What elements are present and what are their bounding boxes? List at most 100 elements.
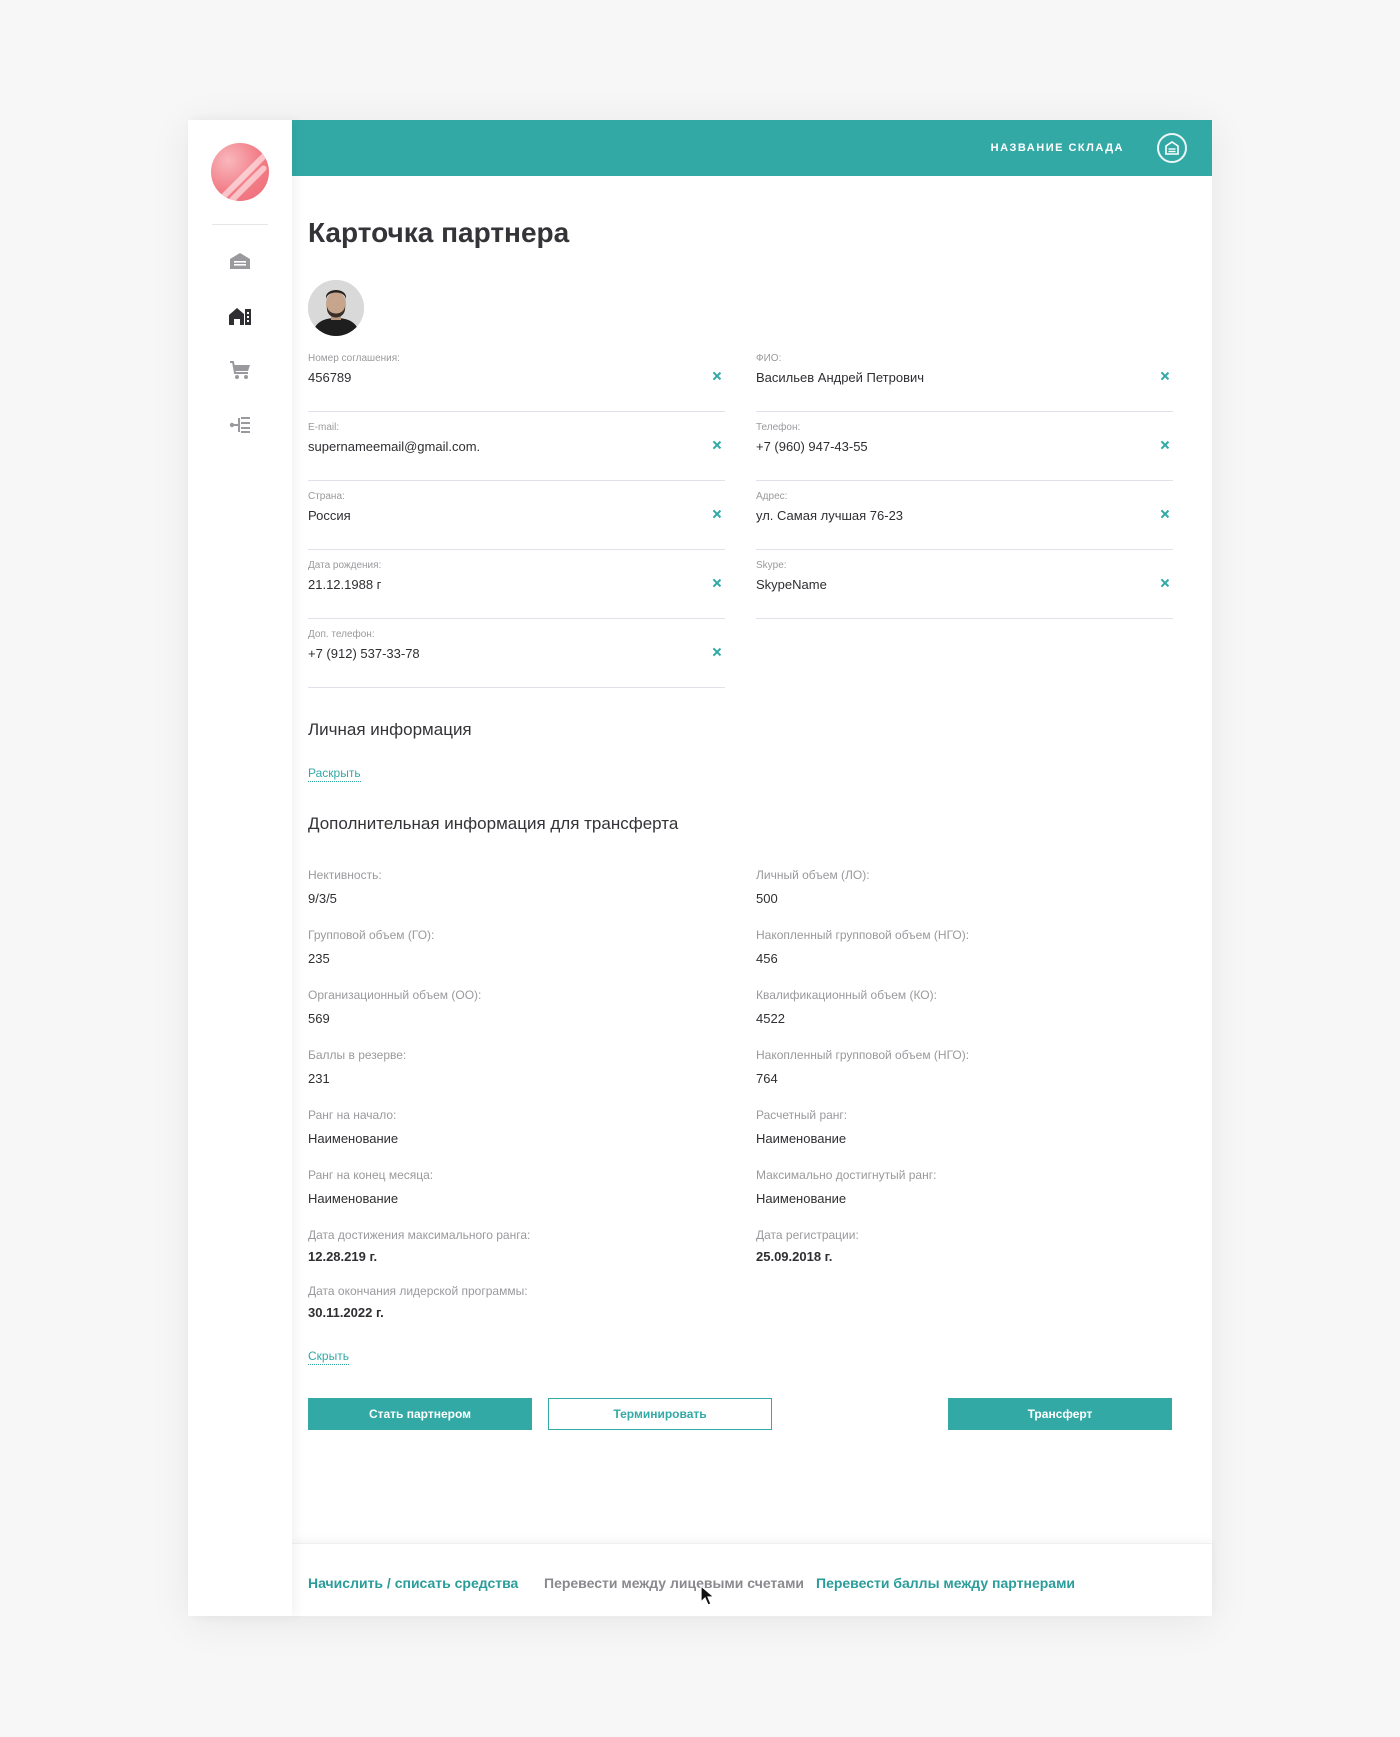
personal-info-title: Личная информация bbox=[308, 720, 472, 739]
info-value: Наименование bbox=[756, 1191, 847, 1206]
country-value[interactable]: Россия bbox=[308, 508, 351, 523]
info-value: 4522 bbox=[756, 1011, 785, 1026]
info-value: 231 bbox=[308, 1071, 330, 1086]
agreement-number-field[interactable]: Номер соглашения: 456789 bbox=[308, 353, 725, 412]
clear-icon[interactable] bbox=[711, 370, 723, 382]
expand-link[interactable]: Раскрыть bbox=[308, 766, 361, 782]
info-label: Дата регистрации: bbox=[756, 1228, 859, 1242]
info-value: 456 bbox=[756, 951, 778, 966]
info-item: Групповой объем (ГО): 235 bbox=[308, 928, 708, 966]
sidebar bbox=[188, 120, 292, 1616]
birthdate-field[interactable]: Дата рождения: 21.12.1988 г bbox=[308, 560, 725, 619]
info-label: Квалификационный объем (КО): bbox=[756, 988, 937, 1002]
info-item: Организационный объем (ОО): 569 bbox=[308, 988, 708, 1026]
info-value: 12.28.219 г. bbox=[308, 1249, 378, 1264]
info-value: 30.11.2022 г. bbox=[308, 1305, 384, 1320]
info-label: Расчетный ранг: bbox=[756, 1108, 848, 1122]
transfer-info-title: Дополнительная информация для трансферта bbox=[308, 814, 679, 833]
collapse-link[interactable]: Скрыть bbox=[308, 1349, 349, 1365]
fio-label: ФИО: bbox=[756, 353, 782, 364]
sidebar-divider bbox=[212, 224, 268, 225]
skype-value[interactable]: SkypeName bbox=[756, 577, 827, 592]
clear-icon[interactable] bbox=[711, 646, 723, 658]
transfer-button[interactable]: Трансферт bbox=[948, 1398, 1172, 1430]
warehouse-icon bbox=[229, 252, 251, 270]
info-label: Ранг на начало: bbox=[308, 1108, 397, 1122]
info-label: Личный объем (ЛО): bbox=[756, 868, 870, 882]
address-field[interactable]: Адрес: ул. Самая лучшая 76-23 bbox=[756, 491, 1173, 550]
info-value: Наименование bbox=[756, 1131, 847, 1146]
clear-icon[interactable] bbox=[1159, 370, 1171, 382]
logo[interactable] bbox=[211, 143, 269, 201]
info-value: 235 bbox=[308, 951, 330, 966]
info-label: Дата окончания лидерской программы: bbox=[308, 1284, 528, 1298]
info-label: Организационный объем (ОО): bbox=[308, 988, 482, 1002]
clear-icon[interactable] bbox=[1159, 577, 1171, 589]
warehouse-name[interactable]: НАЗВАНИЕ СКЛАДА bbox=[991, 142, 1124, 154]
info-label: Групповой объем (ГО): bbox=[308, 928, 435, 942]
clear-icon[interactable] bbox=[1159, 439, 1171, 451]
tree-icon bbox=[229, 416, 251, 434]
info-item: Накопленный групповой объем (НГО): 764 bbox=[756, 1048, 1156, 1086]
avatar[interactable] bbox=[308, 280, 364, 336]
cart-icon bbox=[229, 360, 251, 380]
info-item: Дата достижения максимального ранга: 12.… bbox=[308, 1228, 708, 1264]
fio-field[interactable]: ФИО: Васильев Андрей Петрович bbox=[756, 353, 1173, 412]
info-label: Ранг на конец месяца: bbox=[308, 1168, 434, 1182]
country-label: Страна: bbox=[308, 491, 345, 502]
transfer-points-link[interactable]: Перевести баллы между партнерами bbox=[816, 1575, 1075, 1591]
sidebar-item-tree[interactable] bbox=[226, 411, 254, 439]
info-item: Ранг на начало: Наименование bbox=[308, 1108, 708, 1146]
info-label: Дата достижения максимального ранга: bbox=[308, 1228, 531, 1242]
phone-label: Телефон: bbox=[756, 422, 801, 433]
info-value: Наименование bbox=[308, 1131, 399, 1146]
info-item: Расчетный ранг: Наименование bbox=[756, 1108, 1156, 1146]
info-value: 25.09.2018 г. bbox=[756, 1249, 833, 1264]
store-icon bbox=[228, 306, 252, 326]
fio-value[interactable]: Васильев Андрей Петрович bbox=[756, 370, 924, 385]
accrue-writeoff-link[interactable]: Начислить / списать средства bbox=[308, 1575, 518, 1591]
warehouse-icon[interactable] bbox=[1157, 133, 1187, 163]
clear-icon[interactable] bbox=[711, 439, 723, 451]
transfer-between-accounts-link[interactable]: Перевести между лицевыми счетами bbox=[544, 1575, 804, 1591]
agreement-number-label: Номер соглашения: bbox=[308, 353, 400, 364]
info-item: Дата регистрации: 25.09.2018 г. bbox=[756, 1228, 1156, 1264]
become-partner-button[interactable]: Стать партнером bbox=[308, 1398, 532, 1430]
app-window: НАЗВАНИЕ СКЛАДА Карточка партнера Номер … bbox=[188, 120, 1212, 1616]
email-field[interactable]: E-mail: supernameemail@gmail.com. bbox=[308, 422, 725, 481]
email-value[interactable]: supernameemail@gmail.com. bbox=[308, 439, 480, 454]
page-title: Карточка партнера bbox=[308, 217, 570, 248]
info-item: Максимально достигнутый ранг: Наименован… bbox=[756, 1168, 1156, 1206]
sidebar-item-store[interactable] bbox=[226, 302, 254, 330]
info-item: Ранг на конец месяца: Наименование bbox=[308, 1168, 708, 1206]
country-field[interactable]: Страна: Россия bbox=[308, 491, 725, 550]
mouse-cursor-icon bbox=[700, 1584, 718, 1612]
extra-phone-field[interactable]: Доп. телефон: +7 (912) 537-33-78 bbox=[308, 629, 725, 688]
sidebar-item-warehouse[interactable] bbox=[226, 247, 254, 275]
address-label: Адрес: bbox=[756, 491, 788, 502]
phone-value[interactable]: +7 (960) 947-43-55 bbox=[756, 439, 868, 454]
clear-icon[interactable] bbox=[711, 577, 723, 589]
info-label: Накопленный групповой объем (НГО): bbox=[756, 1048, 970, 1062]
skype-field[interactable]: Skype: SkypeName bbox=[756, 560, 1173, 619]
clear-icon[interactable] bbox=[711, 508, 723, 520]
info-item: Личный объем (ЛО): 500 bbox=[756, 868, 1156, 906]
info-value: 500 bbox=[756, 891, 778, 906]
address-value[interactable]: ул. Самая лучшая 76-23 bbox=[756, 508, 903, 523]
sidebar-item-cart[interactable] bbox=[226, 356, 254, 384]
clear-icon[interactable] bbox=[1159, 508, 1171, 520]
info-item: Дата окончания лидерской программы: 30.1… bbox=[308, 1284, 708, 1320]
birthdate-value[interactable]: 21.12.1988 г bbox=[308, 577, 381, 592]
extra-phone-value[interactable]: +7 (912) 537-33-78 bbox=[308, 646, 420, 661]
phone-field[interactable]: Телефон: +7 (960) 947-43-55 bbox=[756, 422, 1173, 481]
info-item: Нективность: 9/3/5 bbox=[308, 868, 708, 906]
info-label: Максимально достигнутый ранг: bbox=[756, 1168, 937, 1182]
info-value: Наименование bbox=[308, 1191, 399, 1206]
extra-phone-label: Доп. телефон: bbox=[308, 629, 375, 640]
skype-label: Skype: bbox=[756, 560, 787, 571]
info-label: Баллы в резерве: bbox=[308, 1048, 407, 1062]
agreement-number-value[interactable]: 456789 bbox=[308, 370, 351, 385]
terminate-button[interactable]: Терминировать bbox=[548, 1398, 772, 1430]
info-value: 9/3/5 bbox=[308, 891, 337, 906]
info-label: Нективность: bbox=[308, 868, 382, 882]
